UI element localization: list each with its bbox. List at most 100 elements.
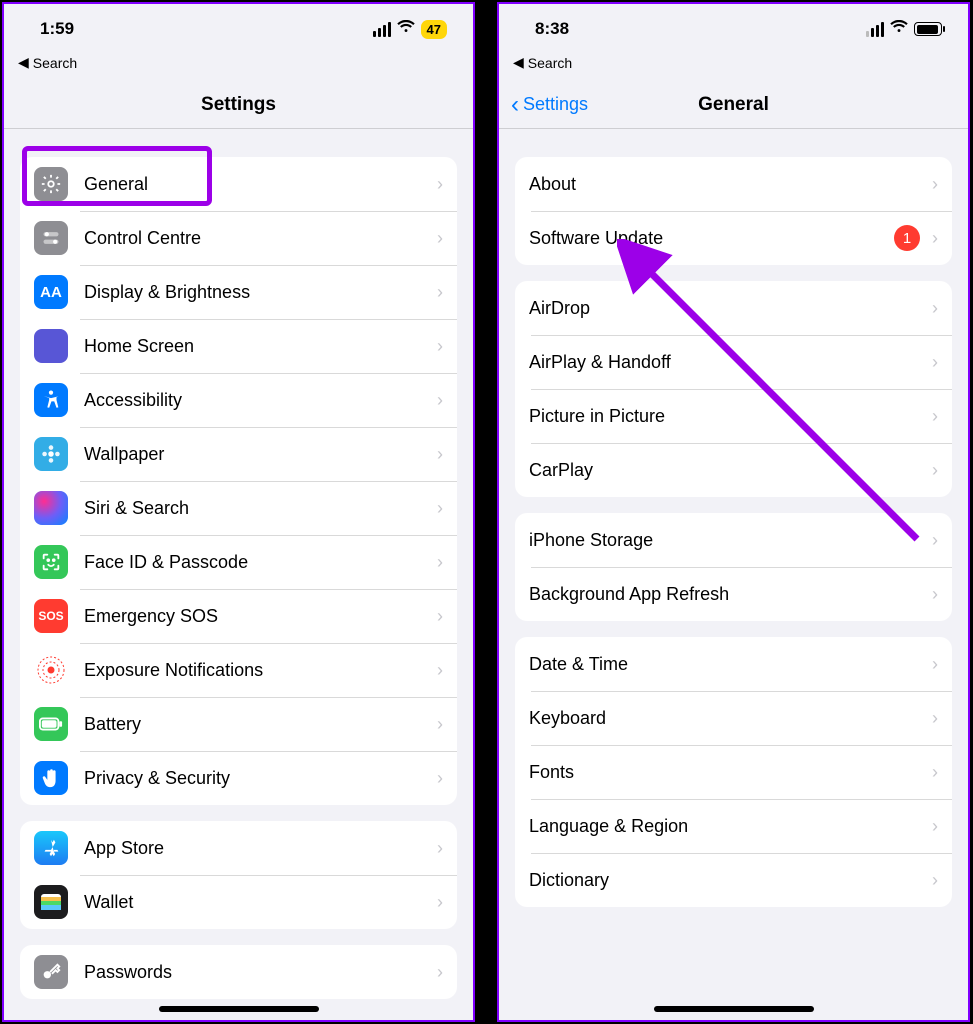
chevron-right-icon: › bbox=[932, 816, 938, 837]
switches-icon bbox=[34, 221, 68, 255]
row-label: General bbox=[84, 174, 437, 195]
settings-group-store: App Store›Wallet› bbox=[20, 821, 457, 929]
back-to-search[interactable]: ◀ Search bbox=[4, 54, 473, 81]
row-siri-search[interactable]: Siri & Search› bbox=[20, 481, 457, 535]
row-battery[interactable]: Battery› bbox=[20, 697, 457, 751]
back-search-label: Search bbox=[33, 55, 77, 71]
battery-icon: 47 bbox=[421, 20, 447, 39]
row-label: Face ID & Passcode bbox=[84, 552, 437, 573]
row-keyboard[interactable]: Keyboard› bbox=[515, 691, 952, 745]
chevron-right-icon: › bbox=[437, 768, 443, 789]
row-label: Picture in Picture bbox=[529, 406, 932, 427]
row-wallet[interactable]: Wallet› bbox=[20, 875, 457, 929]
cellular-icon bbox=[373, 22, 391, 37]
row-label: Background App Refresh bbox=[529, 584, 932, 605]
exposure-icon bbox=[34, 653, 68, 687]
chevron-right-icon: › bbox=[932, 762, 938, 783]
chevron-right-icon: › bbox=[932, 352, 938, 373]
row-fonts[interactable]: Fonts› bbox=[515, 745, 952, 799]
row-app-store[interactable]: App Store› bbox=[20, 821, 457, 875]
row-label: Battery bbox=[84, 714, 437, 735]
chevron-right-icon: › bbox=[932, 460, 938, 481]
chevron-right-icon: › bbox=[437, 838, 443, 859]
row-label: iPhone Storage bbox=[529, 530, 932, 551]
row-accessibility[interactable]: Accessibility› bbox=[20, 373, 457, 427]
row-background-app-refresh[interactable]: Background App Refresh› bbox=[515, 567, 952, 621]
hand-icon bbox=[34, 761, 68, 795]
row-control-centre[interactable]: Control Centre› bbox=[20, 211, 457, 265]
general-content[interactable]: About›Software Update1› AirDrop›AirPlay … bbox=[499, 129, 968, 1017]
row-home-screen[interactable]: Home Screen› bbox=[20, 319, 457, 373]
row-label: Control Centre bbox=[84, 228, 437, 249]
row-display-brightness[interactable]: AADisplay & Brightness› bbox=[20, 265, 457, 319]
chevron-right-icon: › bbox=[437, 892, 443, 913]
row-label: Language & Region bbox=[529, 816, 932, 837]
row-exposure-notifications[interactable]: Exposure Notifications› bbox=[20, 643, 457, 697]
row-label: Emergency SOS bbox=[84, 606, 437, 627]
back-to-search[interactable]: ◀ Search bbox=[499, 54, 968, 81]
chevron-right-icon: › bbox=[932, 174, 938, 195]
row-label: Wallpaper bbox=[84, 444, 437, 465]
general-group-2: AirDrop›AirPlay & Handoff›Picture in Pic… bbox=[515, 281, 952, 497]
chevron-right-icon: › bbox=[932, 584, 938, 605]
back-triangle-icon: ◀ bbox=[513, 54, 524, 71]
chevron-right-icon: › bbox=[437, 660, 443, 681]
home-indicator[interactable] bbox=[159, 1006, 319, 1012]
back-button[interactable]: ‹ Settings bbox=[511, 93, 588, 117]
row-wallpaper[interactable]: Wallpaper› bbox=[20, 427, 457, 481]
chevron-right-icon: › bbox=[437, 390, 443, 411]
chevron-right-icon: › bbox=[437, 552, 443, 573]
row-label: CarPlay bbox=[529, 460, 932, 481]
home-indicator[interactable] bbox=[654, 1006, 814, 1012]
back-triangle-icon: ◀ bbox=[18, 54, 29, 71]
row-dictionary[interactable]: Dictionary› bbox=[515, 853, 952, 907]
wifi-icon bbox=[397, 20, 415, 39]
chevron-right-icon: › bbox=[437, 336, 443, 357]
chevron-right-icon: › bbox=[437, 444, 443, 465]
row-software-update[interactable]: Software Update1› bbox=[515, 211, 952, 265]
navbar: ‹ Settings General bbox=[499, 81, 968, 129]
battery-icon bbox=[914, 22, 942, 36]
row-label: Fonts bbox=[529, 762, 932, 783]
status-time: 1:59 bbox=[40, 19, 74, 39]
gear-icon bbox=[34, 167, 68, 201]
row-general[interactable]: General› bbox=[20, 157, 457, 211]
row-privacy-security[interactable]: Privacy & Security› bbox=[20, 751, 457, 805]
general-group-3: iPhone Storage›Background App Refresh› bbox=[515, 513, 952, 621]
row-label: Keyboard bbox=[529, 708, 932, 729]
row-airplay-handoff[interactable]: AirPlay & Handoff› bbox=[515, 335, 952, 389]
row-label: Siri & Search bbox=[84, 498, 437, 519]
row-date-time[interactable]: Date & Time› bbox=[515, 637, 952, 691]
accessibility-icon bbox=[34, 383, 68, 417]
settings-group-main: General›Control Centre›AADisplay & Brigh… bbox=[20, 157, 457, 805]
row-iphone-storage[interactable]: iPhone Storage› bbox=[515, 513, 952, 567]
row-carplay[interactable]: CarPlay› bbox=[515, 443, 952, 497]
general-group-4: Date & Time›Keyboard›Fonts›Language & Re… bbox=[515, 637, 952, 907]
status-bar: 8:38 bbox=[499, 4, 968, 54]
row-passwords[interactable]: Passwords› bbox=[20, 945, 457, 999]
sos-icon: SOS bbox=[34, 599, 68, 633]
row-emergency-sos[interactable]: SOSEmergency SOS› bbox=[20, 589, 457, 643]
navbar: Settings bbox=[4, 81, 473, 129]
status-right bbox=[866, 20, 942, 39]
page-title: Settings bbox=[201, 94, 276, 116]
general-group-1: About›Software Update1› bbox=[515, 157, 952, 265]
row-about[interactable]: About› bbox=[515, 157, 952, 211]
status-bar: 1:59 47 bbox=[4, 4, 473, 54]
row-label: AirPlay & Handoff bbox=[529, 352, 932, 373]
row-label: Home Screen bbox=[84, 336, 437, 357]
screenshot-general: 8:38 ◀ Search ‹ Settings General About›S… bbox=[497, 2, 970, 1022]
row-faceid-passcode[interactable]: Face ID & Passcode› bbox=[20, 535, 457, 589]
row-picture-in-picture[interactable]: Picture in Picture› bbox=[515, 389, 952, 443]
chevron-right-icon: › bbox=[932, 406, 938, 427]
chevron-right-icon: › bbox=[437, 174, 443, 195]
screenshot-settings: 1:59 47 ◀ Search Settings General›Contro… bbox=[2, 2, 475, 1022]
row-label: Exposure Notifications bbox=[84, 660, 437, 681]
chevron-right-icon: › bbox=[932, 228, 938, 249]
chevron-right-icon: › bbox=[932, 530, 938, 551]
row-language-region[interactable]: Language & Region› bbox=[515, 799, 952, 853]
settings-content[interactable]: General›Control Centre›AADisplay & Brigh… bbox=[4, 129, 473, 1017]
wallet-icon bbox=[34, 885, 68, 919]
row-label: Accessibility bbox=[84, 390, 437, 411]
row-airdrop[interactable]: AirDrop› bbox=[515, 281, 952, 335]
